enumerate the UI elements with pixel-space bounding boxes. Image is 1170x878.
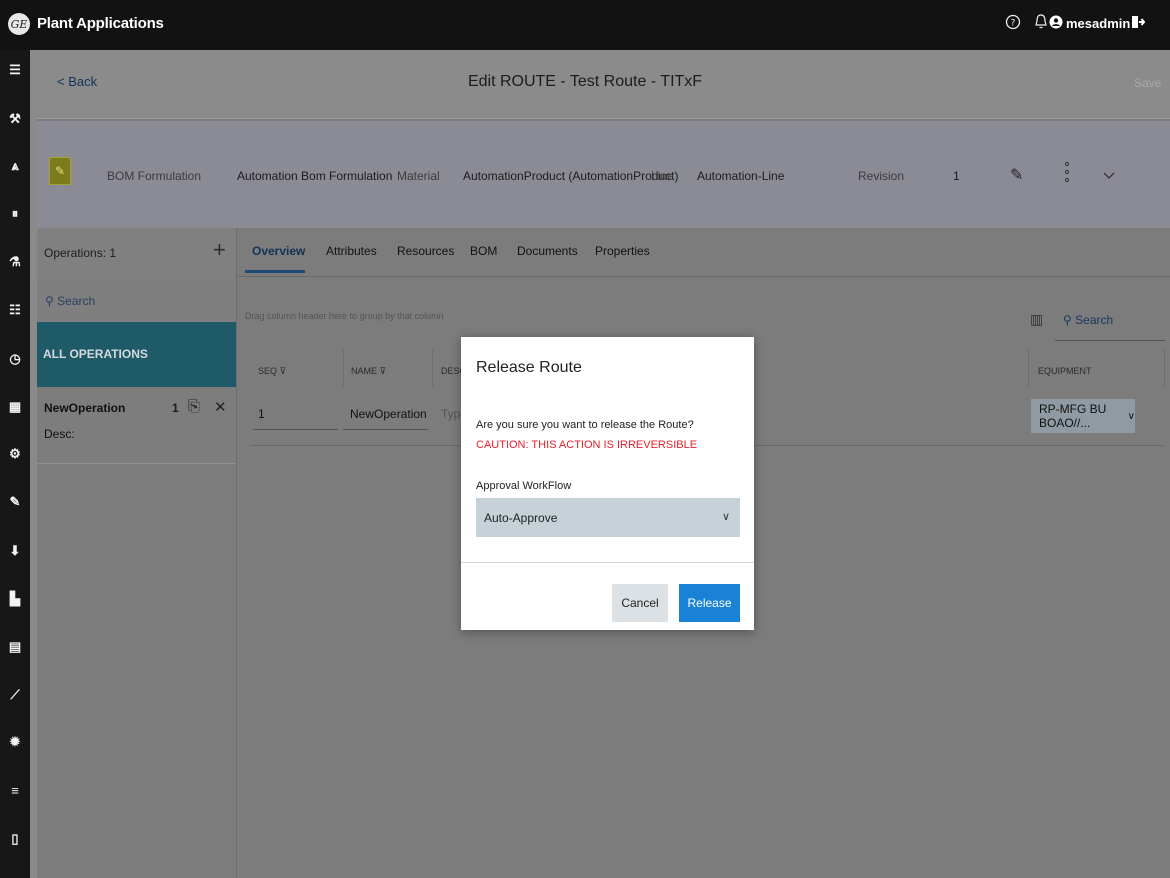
- tab-properties[interactable]: Properties: [595, 244, 650, 258]
- equipment-value: RP-MFG BU BOAO//...: [1039, 402, 1107, 430]
- tab-attributes[interactable]: Attributes: [326, 244, 377, 258]
- close-icon[interactable]: ✕: [214, 398, 227, 416]
- dialog-title: Release Route: [476, 359, 582, 376]
- all-operations-label: ALL OPERATIONS: [43, 347, 148, 361]
- settings-grid-icon[interactable]: ⚙: [7, 446, 23, 462]
- operations-count: Operations: 1: [44, 246, 117, 260]
- factory-icon[interactable]: ▙: [7, 591, 23, 607]
- ge-logo: GE: [8, 13, 30, 35]
- workflow-select[interactable]: Auto-Approve: [476, 498, 740, 537]
- column-separator: [1028, 350, 1029, 386]
- operation-name: NewOperation: [44, 401, 126, 415]
- chart-icon[interactable]: ⟋: [7, 687, 23, 703]
- copy-icon[interactable]: ⎘: [188, 398, 200, 415]
- gear-icon[interactable]: ✹: [7, 734, 23, 750]
- grid-search-placeholder: Search: [1075, 313, 1114, 327]
- grid-search-underline: [1055, 340, 1165, 341]
- tab-bom[interactable]: BOM: [470, 244, 497, 258]
- filter-icon[interactable]: ⊽: [380, 366, 387, 376]
- bom-formulation-value: Automation Bom Formulation: [237, 169, 393, 183]
- dialog-question: Are you sure you want to release the Rou…: [476, 419, 694, 431]
- line-value: Automation-Line: [697, 169, 785, 183]
- cell-name[interactable]: NewOperation: [350, 407, 427, 421]
- left-nav: ☰ ⚒ ⩓ ⏸ ⚗ ☷ ◷ ▦ ⚙ ✎ ⬇ ▙ ▤ ⟋ ✹ ≡ ▯: [0, 50, 30, 878]
- col-header-name[interactable]: NAME ⊽: [351, 366, 386, 377]
- more-vertical-icon[interactable]: [1064, 161, 1070, 186]
- cell-underline: [343, 429, 428, 430]
- edit-icon[interactable]: ✎: [7, 494, 23, 510]
- pause-icon[interactable]: ⏸: [7, 206, 23, 222]
- equipment-select[interactable]: RP-MFG BU BOAO//... ∨: [1031, 399, 1135, 433]
- clock-icon[interactable]: ◷: [7, 351, 23, 367]
- name-label: NAME: [351, 366, 378, 376]
- operation-desc: Desc:: [44, 427, 75, 441]
- column-separator: [343, 350, 344, 386]
- wrench-icon[interactable]: ⚒: [7, 111, 23, 127]
- operations-search-placeholder: Search: [57, 294, 96, 308]
- sliders-icon[interactable]: ≡: [7, 783, 23, 799]
- cancel-button[interactable]: Cancel: [612, 584, 668, 622]
- revision-label: Revision: [858, 169, 905, 183]
- column-separator: [1164, 350, 1165, 386]
- material-value: AutomationProduct (AutomationProduct): [463, 169, 679, 183]
- download-icon[interactable]: ⬇: [7, 543, 23, 559]
- flask-icon[interactable]: ⚗: [7, 254, 23, 270]
- col-header-seq[interactable]: SEQ ⊽: [258, 366, 286, 377]
- grid-search-input[interactable]: ⚲ Search: [1063, 313, 1113, 327]
- svg-text:?: ?: [1011, 19, 1016, 29]
- chevron-down-icon[interactable]: [1103, 168, 1115, 183]
- bell-icon[interactable]: [1033, 13, 1049, 35]
- operation-count: 1: [172, 401, 179, 415]
- nav-scrollbar[interactable]: [30, 50, 37, 878]
- document-icon[interactable]: ▤: [7, 639, 23, 655]
- table-icon[interactable]: ▦: [7, 399, 23, 415]
- panel-divider: [236, 228, 237, 878]
- bom-formulation-label: BOM Formulation: [107, 169, 202, 183]
- tab-divider: [237, 276, 1170, 277]
- cell-seq[interactable]: 1: [258, 407, 265, 421]
- trash-icon[interactable]: ▯: [7, 831, 23, 847]
- material-label: Material: [397, 169, 440, 183]
- top-bar: [0, 0, 1170, 52]
- search-icon: ⚲: [1063, 313, 1072, 327]
- checklist-icon[interactable]: ☷: [7, 302, 23, 318]
- page-title: Edit ROUTE - Test Route - TITxF: [467, 73, 703, 90]
- active-tab-indicator: [245, 270, 305, 273]
- save-button[interactable]: Save: [1134, 76, 1161, 90]
- release-button[interactable]: Release: [679, 584, 740, 622]
- add-operation-button[interactable]: +: [213, 237, 226, 263]
- app-title: Plant Applications: [37, 15, 164, 32]
- chevron-down-icon[interactable]: ∨: [722, 510, 730, 523]
- col-header-equipment[interactable]: EQUIPMENT: [1038, 366, 1092, 376]
- tab-documents[interactable]: Documents: [517, 244, 578, 258]
- user-icon[interactable]: [1049, 15, 1063, 32]
- column-separator: [432, 350, 433, 386]
- workflow-label: Approval WorkFlow: [476, 480, 572, 492]
- chevron-down-icon: ∨: [1127, 410, 1135, 422]
- username[interactable]: mesadmin: [1066, 16, 1130, 31]
- revision-value: 1: [953, 169, 960, 183]
- edit-pencil-icon[interactable]: ✎: [49, 157, 71, 185]
- logout-icon[interactable]: [1131, 14, 1146, 33]
- route-icon[interactable]: ⩓: [7, 158, 23, 174]
- workflow-value: Auto-Approve: [484, 510, 558, 525]
- operations-search-input[interactable]: ⚲ Search: [45, 294, 95, 308]
- group-drag-hint: Drag column header here to group by that…: [245, 311, 444, 321]
- help-icon[interactable]: ?: [1005, 14, 1021, 34]
- dialog-divider: [461, 562, 754, 563]
- seq-label: SEQ: [258, 366, 278, 376]
- tab-resources[interactable]: Resources: [397, 244, 454, 258]
- pencil-icon[interactable]: ✎: [1010, 165, 1023, 185]
- search-icon: ⚲: [45, 294, 54, 308]
- filter-icon[interactable]: ⊽: [280, 366, 287, 376]
- columns-icon[interactable]: ▥: [1030, 311, 1043, 328]
- tab-overview[interactable]: Overview: [252, 244, 305, 258]
- cell-underline: [253, 429, 338, 430]
- line-label: Line: [651, 169, 674, 183]
- dialog-warning: CAUTION: THIS ACTION IS IRREVERSIBLE: [476, 439, 698, 451]
